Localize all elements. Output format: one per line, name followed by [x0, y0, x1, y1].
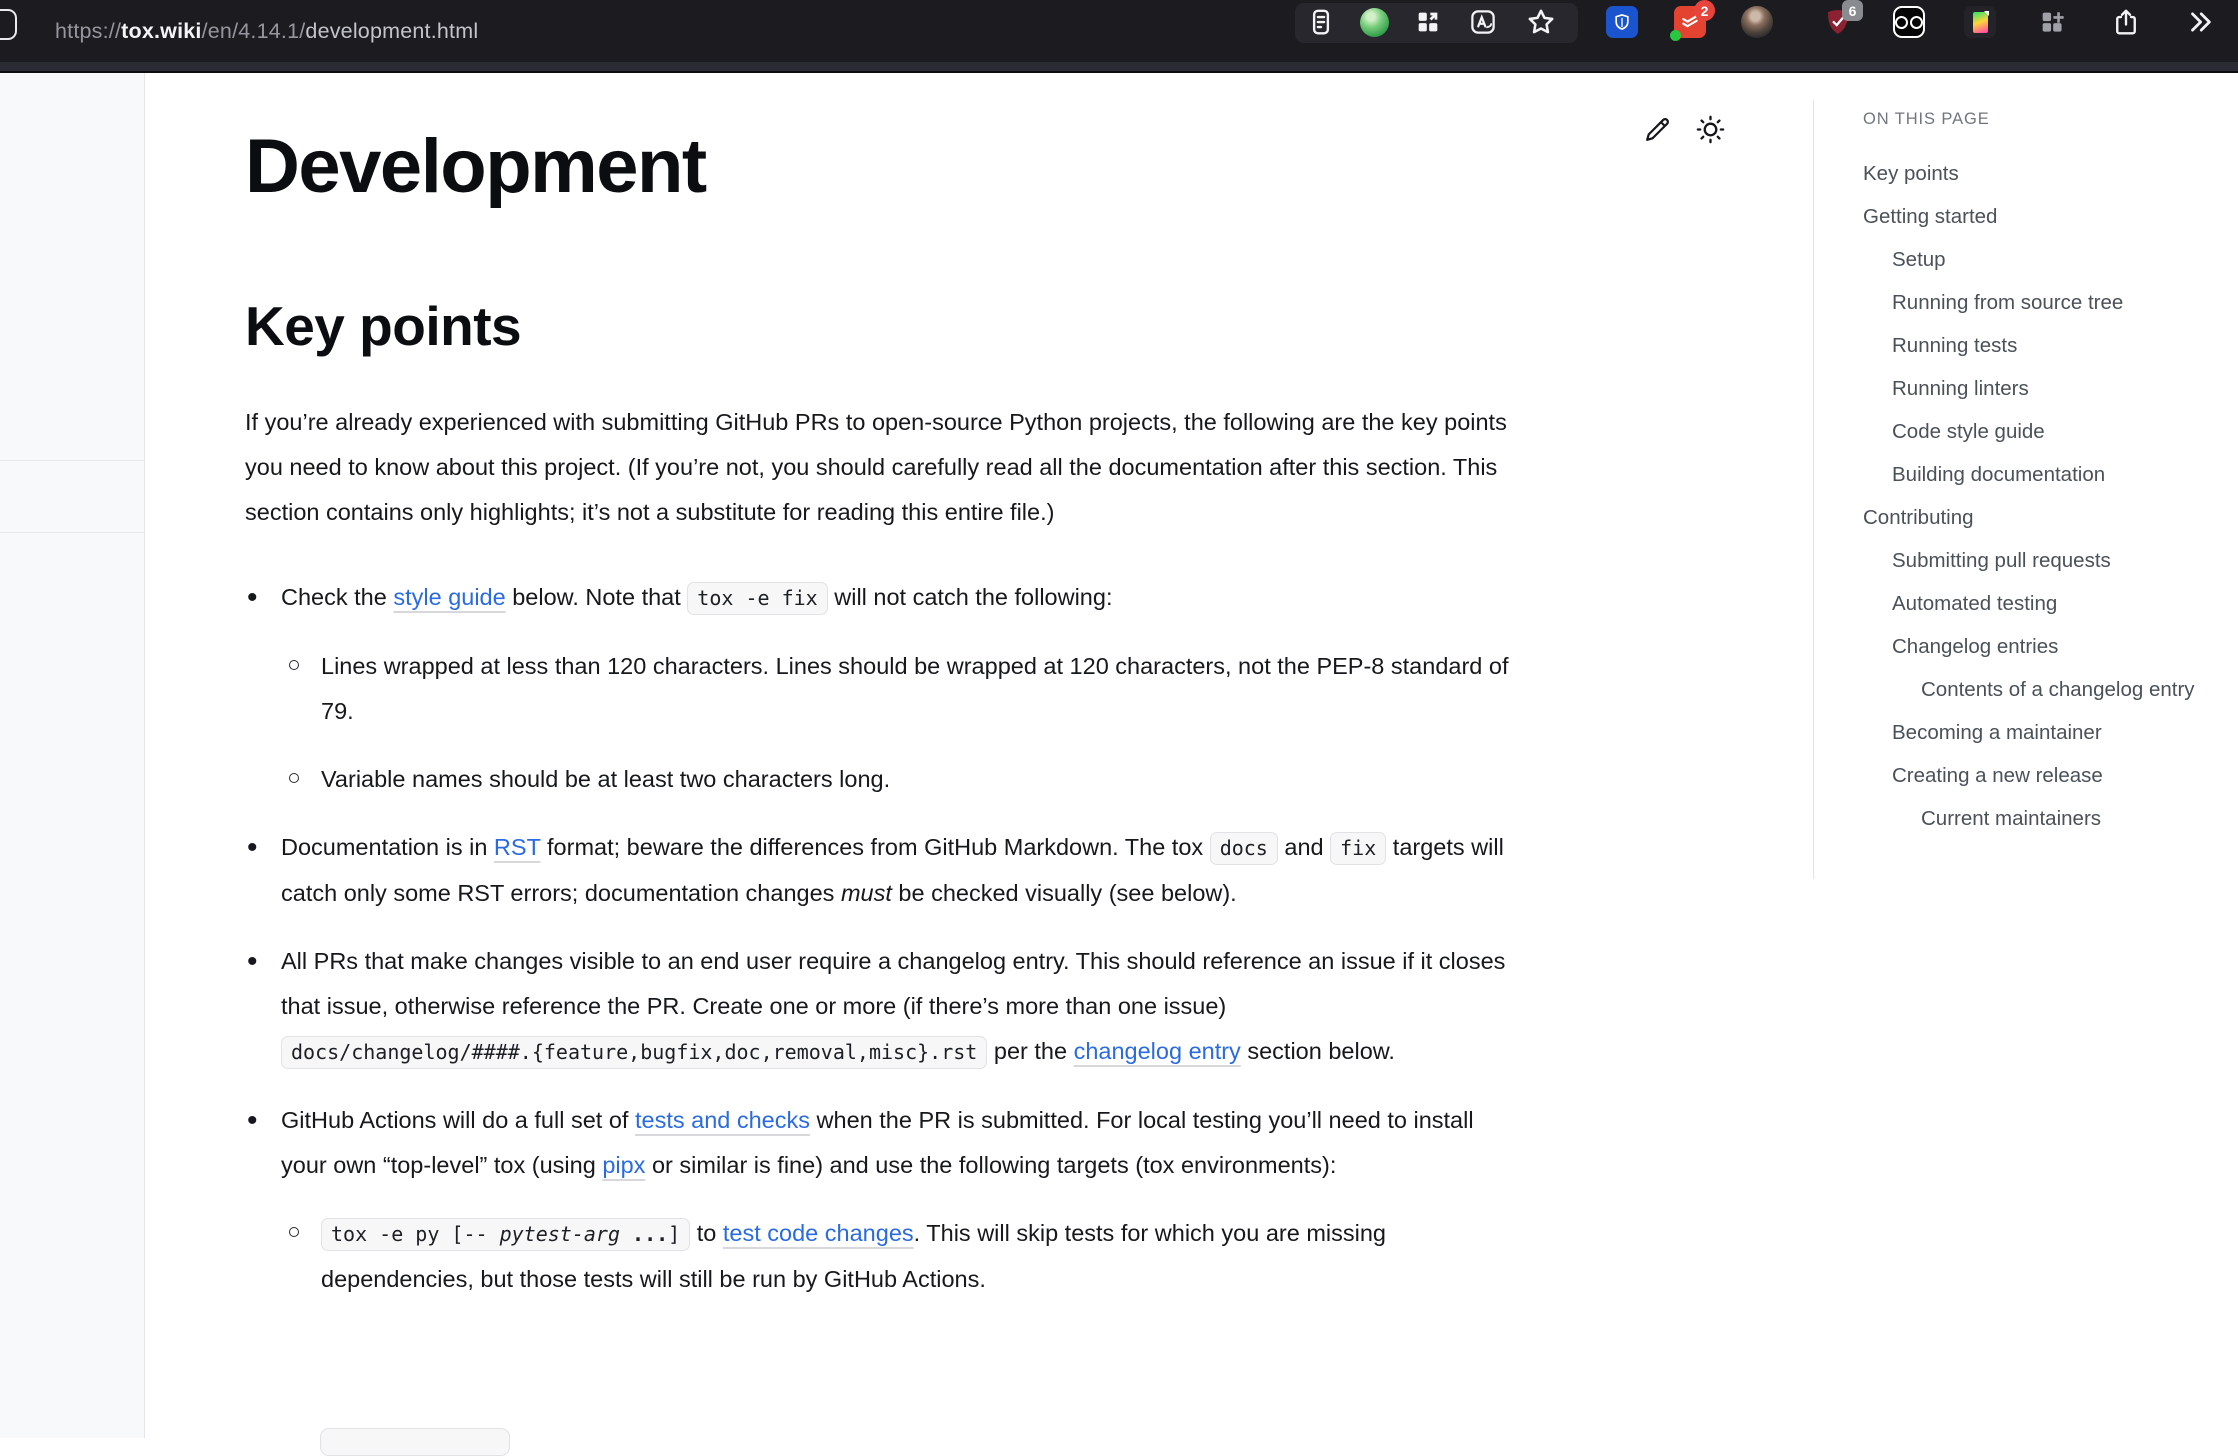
inline-link[interactable]: RST — [494, 834, 541, 860]
goggles-icon[interactable] — [1891, 4, 1927, 40]
key-points-list: Check the style guide below. Note that t… — [245, 575, 1523, 1302]
toc-item-running-linters[interactable]: Running linters — [1863, 376, 2217, 402]
list-item: GitHub Actions will do a full set of tes… — [245, 1098, 1523, 1188]
notification-badge: 6 — [1842, 0, 1863, 21]
inline-code: tox -e py [-- pytest-arg ...] — [321, 1218, 690, 1251]
url-path: /en/4.14.1/ — [202, 19, 306, 44]
toc-item-creating-a-new-release[interactable]: Creating a new release — [1863, 763, 2217, 789]
toc-item-setup[interactable]: Setup — [1863, 247, 2217, 273]
url-scheme: https:// — [55, 19, 121, 44]
toc-item-automated-testing[interactable]: Automated testing — [1863, 591, 2217, 617]
url-file: development.html — [305, 19, 478, 44]
left-sidebar-rail — [0, 73, 145, 1438]
toc-item-getting-started[interactable]: Getting started — [1863, 204, 2217, 230]
rail-divider — [0, 460, 144, 461]
toc-item-submitting-pull-requests[interactable]: Submitting pull requests — [1863, 548, 2217, 574]
browser-toolbar: https://tox.wiki/en/4.14.1/development.h… — [0, 0, 2238, 62]
list-item: All PRs that make changes visible to an … — [245, 939, 1523, 1075]
globe-icon[interactable] — [1356, 4, 1392, 40]
edit-pencil-icon[interactable] — [1640, 112, 1674, 146]
page-actions — [1640, 112, 1727, 146]
chrome-bottom-strip — [0, 62, 2238, 73]
code-chip-partial — [320, 1428, 510, 1456]
profile-avatar[interactable] — [1739, 4, 1775, 40]
toc-item-key-points[interactable]: Key points — [1863, 161, 2217, 187]
notification-badge: 2 — [1694, 0, 1715, 21]
inline-link[interactable]: tests and checks — [635, 1107, 810, 1133]
inline-link[interactable]: changelog entry — [1074, 1038, 1241, 1064]
tab-overview-icon[interactable] — [1410, 4, 1446, 40]
toc-item-running-tests[interactable]: Running tests — [1863, 333, 2217, 359]
page-title: Development — [245, 129, 1523, 205]
toc-item-contents-of-a-changelog-entry[interactable]: Contents of a changelog entry — [1863, 677, 2217, 703]
toc-item-changelog-entries[interactable]: Changelog entries — [1863, 634, 2217, 660]
overflow-chevrons-icon[interactable] — [2182, 4, 2218, 40]
on-this-page-sidebar: ON THIS PAGE Key points Getting started … — [1813, 100, 2217, 879]
list-subitem: tox -e py [-- pytest-arg ...] to test co… — [285, 1211, 1523, 1302]
color-document-icon[interactable] — [1962, 4, 1998, 40]
list-item: Documentation is in RST format; beware t… — [245, 825, 1523, 916]
partial-site-icon — [0, 9, 17, 40]
toc-heading: ON THIS PAGE — [1863, 110, 2217, 129]
inline-code: tox -e fix — [687, 582, 827, 615]
online-dot — [1670, 30, 1681, 41]
adblock-shield-icon[interactable]: 6 — [1820, 4, 1856, 40]
reader-mode-icon[interactable] — [1303, 4, 1339, 40]
address-bar[interactable]: https://tox.wiki/en/4.14.1/development.h… — [55, 0, 478, 62]
translate-icon[interactable] — [1465, 4, 1501, 40]
url-host: tox.wiki — [121, 19, 201, 44]
inline-link[interactable]: test code changes — [723, 1220, 914, 1246]
bookmark-star-icon[interactable] — [1523, 4, 1559, 40]
inline-link[interactable]: pipx — [602, 1152, 645, 1178]
password-manager-shield-icon[interactable] — [1604, 4, 1640, 40]
rail-divider — [0, 532, 144, 533]
section-heading: Key points — [245, 299, 1523, 354]
list-subitem: Variable names should be at least two ch… — [285, 757, 1523, 802]
toc-list: Key points Getting started Setup Running… — [1863, 161, 2217, 832]
intro-paragraph: If you’re already experienced with submi… — [245, 400, 1523, 535]
toc-item-code-style-guide[interactable]: Code style guide — [1863, 419, 2217, 445]
list-subitem: Lines wrapped at less than 120 character… — [285, 644, 1523, 734]
grid-plus-icon[interactable] — [2034, 4, 2070, 40]
toc-item-building-documentation[interactable]: Building documentation — [1863, 462, 2217, 488]
inline-code: fix — [1330, 832, 1386, 865]
toc-item-becoming-a-maintainer[interactable]: Becoming a maintainer — [1863, 720, 2217, 746]
list-item: Check the style guide below. Note that t… — [245, 575, 1523, 621]
toc-item-current-maintainers[interactable]: Current maintainers — [1863, 806, 2217, 832]
share-icon[interactable] — [2108, 4, 2144, 40]
inline-link[interactable]: style guide — [393, 584, 505, 610]
toc-item-running-from-source-tree[interactable]: Running from source tree — [1863, 290, 2217, 316]
task-checklist-icon[interactable]: 2 — [1672, 4, 1708, 40]
theme-sun-icon[interactable] — [1693, 112, 1727, 146]
inline-code: docs/changelog/####.{feature,bugfix,doc,… — [281, 1036, 987, 1069]
toc-item-contributing[interactable]: Contributing — [1863, 505, 2217, 531]
main-content: Development Key points If you’re already… — [245, 73, 1523, 1302]
inline-code: docs — [1210, 832, 1278, 865]
